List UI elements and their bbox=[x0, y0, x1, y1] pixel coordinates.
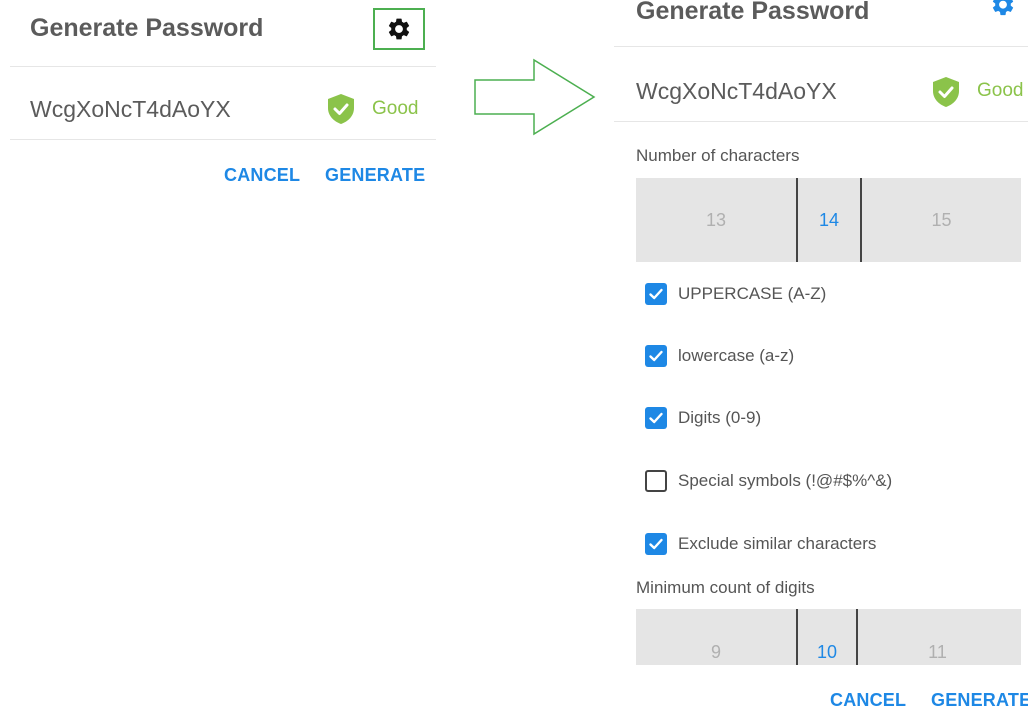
generate-button[interactable]: GENERATE bbox=[931, 690, 1028, 711]
checkbox-checked[interactable] bbox=[645, 283, 667, 305]
shield-check-icon bbox=[326, 93, 356, 125]
picker-prev-value[interactable]: 13 bbox=[636, 178, 796, 262]
option-label: Digits (0-9) bbox=[678, 408, 762, 427]
shield-check-icon bbox=[931, 76, 961, 108]
checkbox-unchecked[interactable] bbox=[645, 470, 667, 492]
strength-label: Good bbox=[372, 98, 419, 119]
picker-next-value[interactable]: 11 bbox=[858, 609, 1017, 665]
settings-button[interactable] bbox=[990, 0, 1016, 22]
number-of-characters-picker[interactable]: 13 14 15 bbox=[636, 178, 1021, 262]
checkmark-icon bbox=[649, 538, 663, 550]
checkmark-icon bbox=[649, 412, 663, 424]
transition-arrow bbox=[474, 58, 596, 136]
picker-prev-value[interactable]: 9 bbox=[636, 609, 796, 665]
checkmark-icon bbox=[649, 350, 663, 362]
option-digits[interactable]: Digits (0-9) bbox=[645, 407, 761, 429]
option-lowercase[interactable]: lowercase (a-z) bbox=[645, 345, 794, 367]
picker-next-value[interactable]: 15 bbox=[862, 178, 1021, 262]
cancel-button[interactable]: CANCEL bbox=[224, 165, 300, 186]
divider bbox=[614, 46, 1028, 47]
checkbox-checked[interactable] bbox=[645, 533, 667, 555]
generate-button[interactable]: GENERATE bbox=[325, 165, 425, 186]
dialog-title: Generate Password bbox=[30, 14, 264, 42]
minimum-digits-label: Minimum count of digits bbox=[636, 578, 815, 597]
strength-label: Good bbox=[977, 80, 1024, 101]
option-label: Exclude similar characters bbox=[678, 534, 877, 553]
checkmark-icon bbox=[649, 288, 663, 300]
option-special-symbols[interactable]: Special symbols (!@#$%^&) bbox=[645, 470, 892, 492]
divider bbox=[10, 66, 436, 67]
settings-button[interactable] bbox=[373, 8, 425, 50]
number-of-characters-label: Number of characters bbox=[636, 146, 800, 165]
generated-password: WcgXoNcT4dAoYX bbox=[30, 96, 231, 122]
option-uppercase[interactable]: UPPERCASE (A-Z) bbox=[645, 283, 826, 305]
divider bbox=[614, 121, 1028, 122]
divider bbox=[10, 139, 436, 140]
option-label: Special symbols (!@#$%^&) bbox=[678, 471, 893, 490]
minimum-digits-picker[interactable]: 9 10 11 bbox=[636, 609, 1021, 665]
option-label: UPPERCASE (A-Z) bbox=[678, 284, 827, 303]
picker-selected-value[interactable]: 10 bbox=[796, 609, 858, 665]
gear-icon bbox=[992, 0, 1014, 16]
gear-icon bbox=[388, 18, 410, 40]
checkbox-checked[interactable] bbox=[645, 407, 667, 429]
cancel-button[interactable]: CANCEL bbox=[830, 690, 906, 711]
generated-password: WcgXoNcT4dAoYX bbox=[636, 78, 837, 104]
option-label: lowercase (a-z) bbox=[678, 346, 795, 365]
dialog-title: Generate Password bbox=[636, 0, 870, 25]
checkbox-checked[interactable] bbox=[645, 345, 667, 367]
option-exclude-similar[interactable]: Exclude similar characters bbox=[645, 533, 876, 555]
picker-selected-value[interactable]: 14 bbox=[796, 178, 862, 262]
